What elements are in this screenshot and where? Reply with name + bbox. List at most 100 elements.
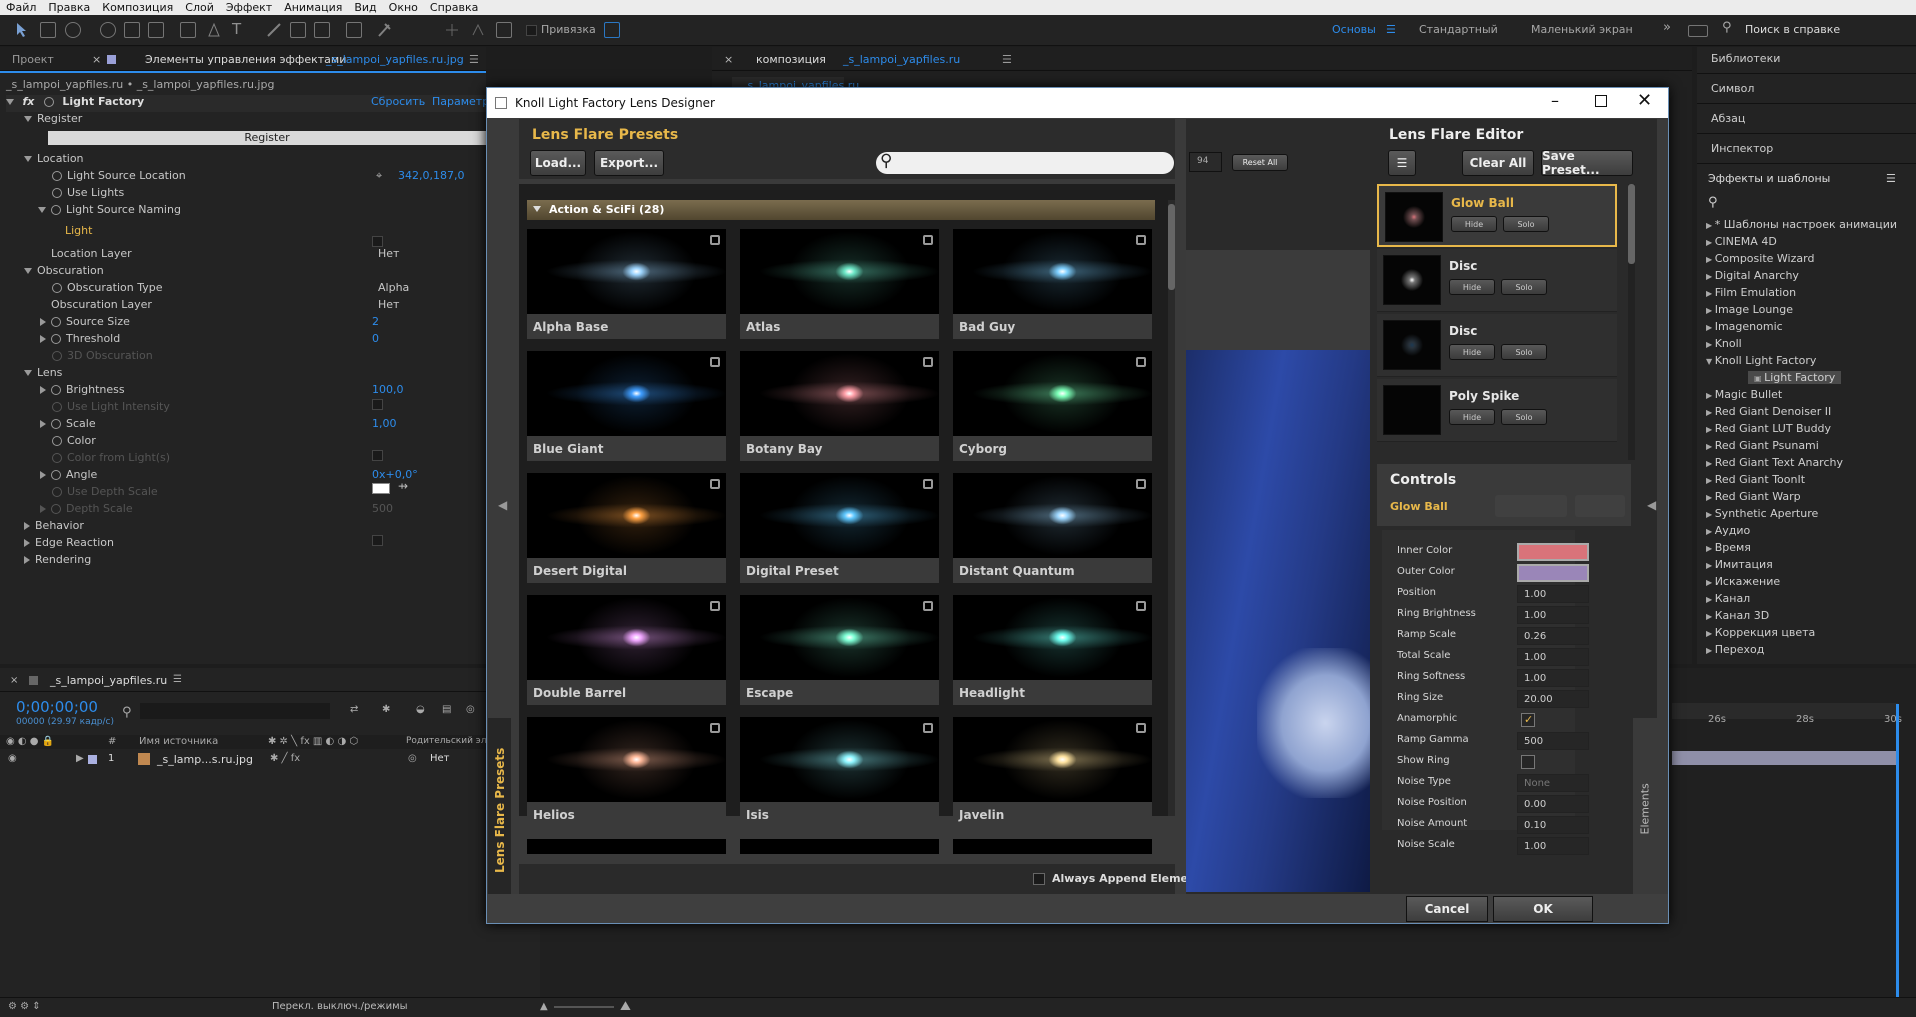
preset-thumbnail-partial[interactable] <box>740 839 939 854</box>
effects-tree-item[interactable]: ▶ Film Emulation <box>1706 286 1796 299</box>
effects-tree-item[interactable]: ▶ * Шаблоны настроек анимации <box>1706 218 1897 231</box>
pen-tool-icon[interactable] <box>206 22 222 38</box>
preset-thumbnail[interactable]: Atlas <box>740 229 939 339</box>
register-button[interactable]: Register <box>48 131 486 145</box>
preset-thumbnail[interactable]: Blue Giant <box>527 351 726 461</box>
ok-button[interactable]: OK <box>1493 896 1593 922</box>
type-tool-icon[interactable]: T <box>232 20 248 38</box>
collapse-icon[interactable] <box>6 99 14 105</box>
source-size-value[interactable]: 2 <box>372 315 379 332</box>
shy-layers-icon[interactable]: ◒ <box>416 704 425 715</box>
export-button[interactable]: Export... <box>594 150 664 176</box>
expanded-arrow-icon[interactable]: ▼ <box>1706 357 1715 366</box>
collapsed-arrow-icon[interactable]: ▶ <box>1706 391 1715 400</box>
effects-tree-item[interactable]: ▶ Red Giant LUT Buddy <box>1706 422 1831 435</box>
presets-scrollbar-thumb[interactable] <box>1168 204 1175 290</box>
obscuration-group[interactable]: Obscuration <box>24 264 104 281</box>
menu-item-0[interactable]: Файл <box>6 0 36 15</box>
paragraph-section[interactable]: Абзац <box>1711 112 1745 125</box>
tab-effect-controls[interactable]: Элементы управления эффектами <box>145 53 346 66</box>
lens-group[interactable]: Lens <box>24 366 62 383</box>
save-preset-button[interactable]: Save Preset... <box>1541 149 1633 177</box>
effects-tree-item[interactable]: ▶ Magic Bullet <box>1706 388 1782 401</box>
preset-thumbnail[interactable]: Javelin <box>953 717 1152 827</box>
reset-link[interactable]: Сбросить <box>371 95 425 112</box>
layers-scrollbar-thumb[interactable] <box>1628 184 1635 264</box>
effects-tree-item[interactable]: ▶ Аудио <box>1706 524 1750 537</box>
effects-tree-item[interactable]: ▣ Light Factory <box>1748 371 1842 384</box>
layer-switches-icons[interactable]: ✱ ╱ fx <box>270 753 300 764</box>
stopwatch-icon[interactable] <box>51 419 61 429</box>
effects-tree-item[interactable]: ▶ CINEMA 4D <box>1706 235 1777 248</box>
scale-param[interactable]: Scale <box>40 417 96 434</box>
preview-value-field[interactable]: 94 <box>1189 152 1222 172</box>
source-size-param[interactable]: Source Size <box>40 315 130 332</box>
collapsed-arrow-icon[interactable]: ▶ <box>1706 544 1715 553</box>
collapsed-arrow-icon[interactable]: ▶ <box>1706 629 1715 638</box>
collapsed-arrow-icon[interactable]: ▶ <box>1706 442 1715 451</box>
selection-tool-icon[interactable] <box>14 22 30 38</box>
preset-search-input[interactable]: ⚲ <box>876 151 1174 174</box>
collapsed-arrow-icon[interactable]: ▶ <box>1706 578 1715 587</box>
control-value[interactable]: 1.00 <box>1517 606 1589 624</box>
collapsed-arrow-icon[interactable]: ▶ <box>1706 272 1715 281</box>
snap-options-icon[interactable] <box>604 22 620 38</box>
use-light-intensity-checkbox[interactable] <box>372 450 383 461</box>
category-header[interactable]: Action & SciFi (28) <box>527 200 1155 220</box>
tab-composition-name[interactable]: _s_lampoi_yapfiles.ru <box>843 53 960 66</box>
minimize-icon[interactable]: – <box>1551 91 1559 110</box>
collapsed-arrow-icon[interactable]: ▶ <box>1706 289 1715 298</box>
effects-tree-item[interactable]: ▶ Composite Wizard <box>1706 252 1814 265</box>
stopwatch-icon[interactable] <box>51 317 61 327</box>
solo-button[interactable]: Solo <box>1501 409 1547 425</box>
effects-tree-item[interactable]: ▶ Канал 3D <box>1706 609 1769 622</box>
pan-behind-tool-icon[interactable] <box>148 22 164 38</box>
stopwatch-icon[interactable] <box>51 470 61 480</box>
help-search-input[interactable]: Поиск в справке <box>1745 23 1840 36</box>
element-layer[interactable]: Disc Hide Solo <box>1377 249 1617 312</box>
close-icon[interactable]: ✕ <box>1637 90 1652 111</box>
preset-thumbnail[interactable]: Helios <box>527 717 726 827</box>
effect-icon[interactable]: ▣ <box>1754 374 1764 383</box>
effects-tree-item[interactable]: ▶ Канал <box>1706 592 1750 605</box>
control-value[interactable]: 1.00 <box>1517 648 1589 666</box>
timecode[interactable]: 0;00;00;00 <box>16 698 98 716</box>
axis-world-icon[interactable] <box>470 22 486 38</box>
control-value[interactable]: 500 <box>1517 732 1589 750</box>
collapsed-arrow-icon[interactable]: ▶ <box>1706 612 1715 621</box>
layers-scrollbar[interactable] <box>1628 184 1635 460</box>
axis-local-icon[interactable] <box>444 22 460 38</box>
roto-brush-tool-icon[interactable] <box>346 22 362 38</box>
rotate-tool-icon[interactable] <box>100 22 116 38</box>
workspace-menu-icon[interactable]: ☰ <box>1386 23 1396 36</box>
behavior-group[interactable]: Behavior <box>24 519 84 536</box>
preset-thumbnail[interactable]: Escape <box>740 595 939 705</box>
stopwatch-icon[interactable] <box>52 188 62 198</box>
tab-project[interactable]: Проект <box>12 53 54 66</box>
timeline-search-input[interactable] <box>140 703 330 719</box>
preset-thumbnail[interactable]: Distant Quantum <box>953 473 1152 583</box>
brightness-param[interactable]: Brightness <box>40 383 125 400</box>
crosshair-icon[interactable]: ⌖ <box>376 169 382 186</box>
camera-tool-icon[interactable] <box>124 22 140 38</box>
effects-tree-item[interactable]: ▶ Red Giant Text Anarchy <box>1706 456 1843 469</box>
use-depth-scale-checkbox[interactable] <box>372 535 383 546</box>
stopwatch-icon[interactable] <box>51 385 61 395</box>
collapse-right-icon[interactable]: ◀ <box>1647 498 1656 512</box>
collapsed-arrow-icon[interactable]: ▶ <box>1706 459 1715 468</box>
motion-blur-icon[interactable]: ◎ <box>466 704 475 715</box>
brush-tool-icon[interactable] <box>266 22 282 38</box>
hide-button[interactable]: Hide <box>1451 216 1497 232</box>
stopwatch-icon[interactable] <box>52 436 62 446</box>
effects-tree-item[interactable]: ▶ Image Lounge <box>1706 303 1793 316</box>
control-value[interactable]: 1.00 <box>1517 669 1589 687</box>
snap-checkbox[interactable] <box>526 25 537 36</box>
libraries-section[interactable]: Библиотеки <box>1711 52 1780 65</box>
stopwatch-icon[interactable] <box>51 205 61 215</box>
light-name-field[interactable]: Light <box>65 224 92 241</box>
menu-item-6[interactable]: Вид <box>354 0 376 15</box>
effects-search-icon[interactable]: ⚲ <box>1708 195 1718 210</box>
solo-button[interactable]: Solo <box>1501 344 1547 360</box>
collapsed-arrow-icon[interactable]: ▶ <box>1706 476 1715 485</box>
frame-blending-icon[interactable]: ▤ <box>442 704 451 715</box>
